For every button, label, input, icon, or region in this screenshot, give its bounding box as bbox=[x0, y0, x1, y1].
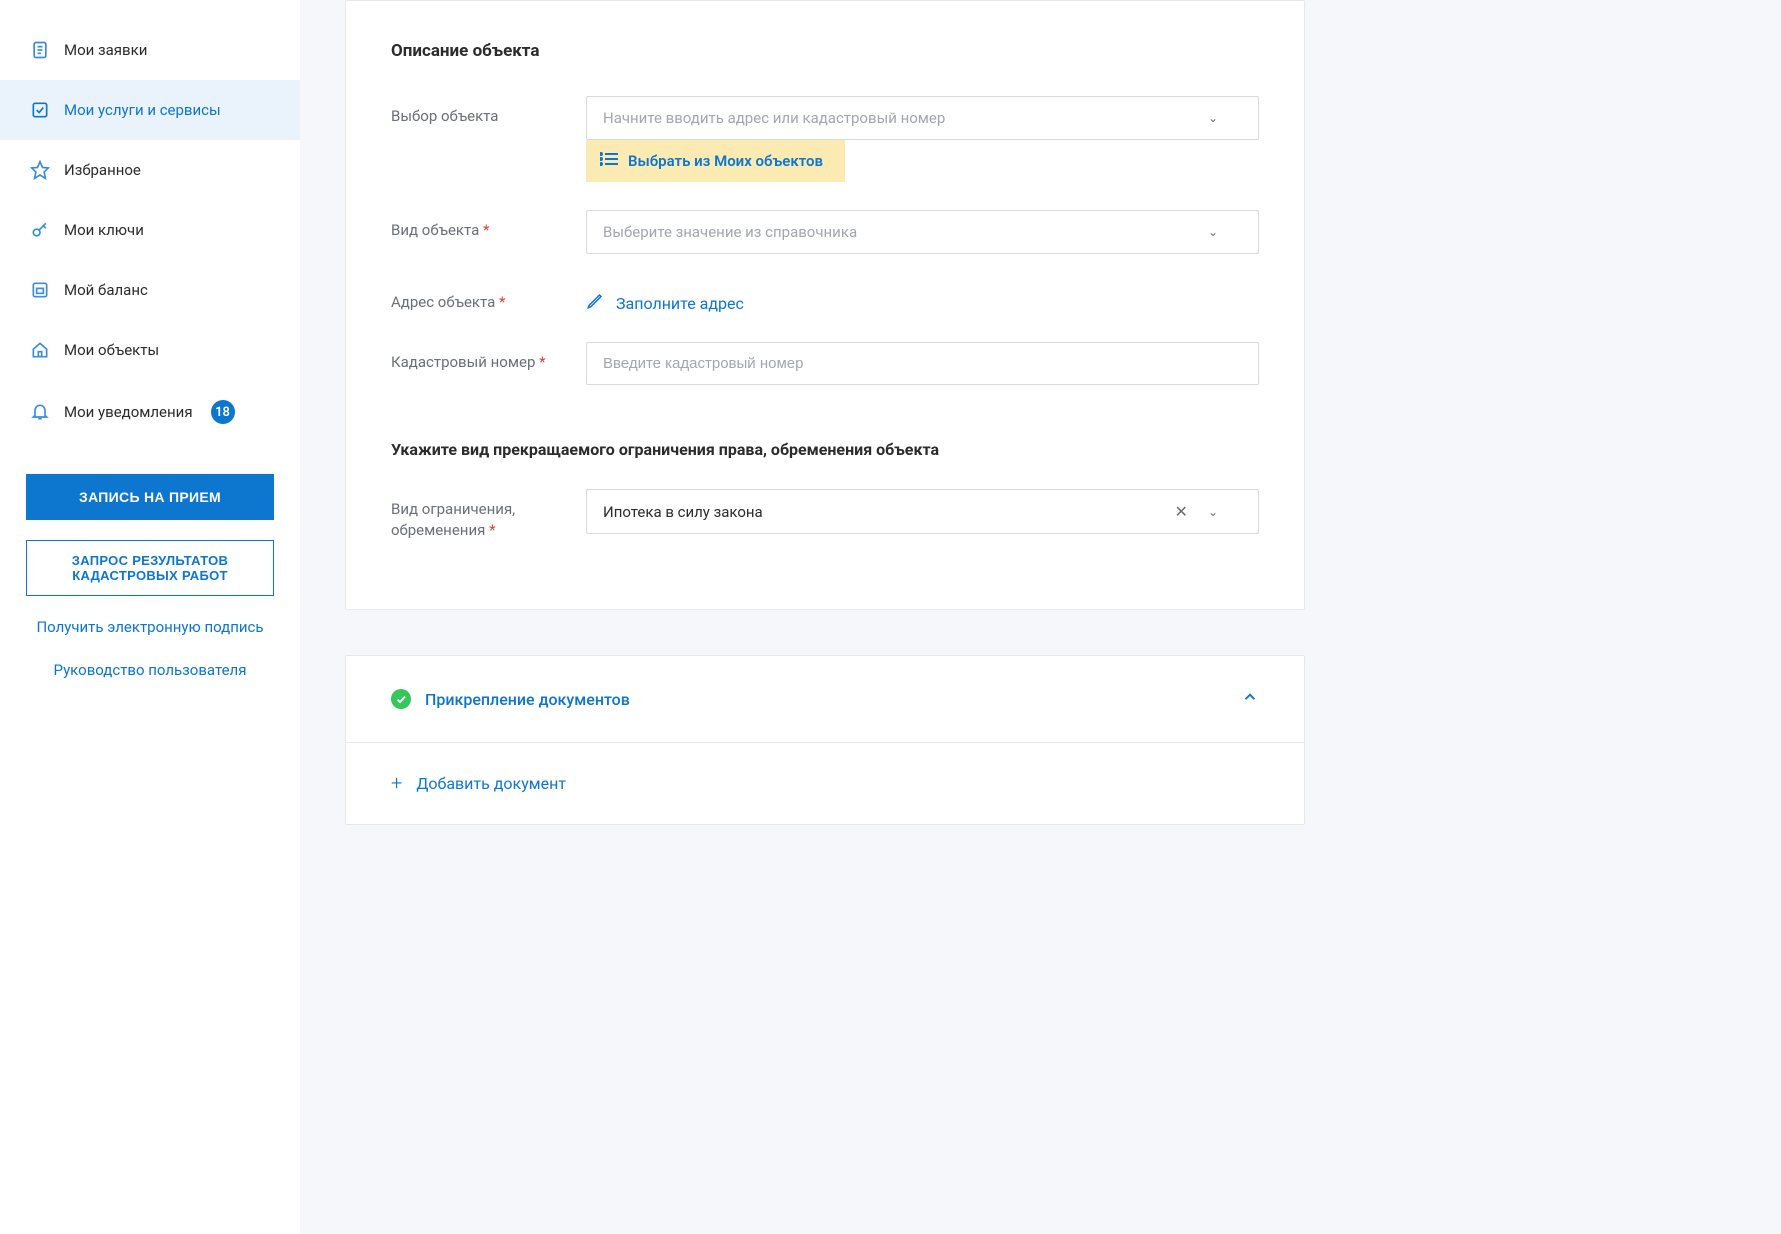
bell-icon bbox=[30, 402, 50, 422]
attachments-title: Прикрепление документов bbox=[425, 690, 630, 709]
balance-icon bbox=[30, 280, 50, 300]
chevron-down-icon: ⌄ bbox=[1208, 225, 1218, 239]
chevron-down-icon: ⌄ bbox=[1208, 111, 1218, 125]
link-label: Добавить документ bbox=[416, 774, 566, 793]
select-object-input[interactable]: Начните вводить адрес или кадастровый но… bbox=[586, 96, 1259, 140]
sidebar-item-label: Мои уведомления bbox=[64, 403, 193, 421]
object-address-label: Адрес объекта * bbox=[391, 282, 586, 313]
check-square-icon bbox=[30, 100, 50, 120]
sidebar-item-label: Мои объекты bbox=[64, 341, 159, 359]
restriction-type-select[interactable]: Ипотека в силу закона ✕ ⌄ bbox=[586, 489, 1259, 534]
sidebar: Мои заявки Мои услуги и сервисы Избранно… bbox=[0, 0, 300, 1234]
cadastral-number-label: Кадастровый номер * bbox=[391, 342, 586, 373]
sidebar-item-objects[interactable]: Мои объекты bbox=[0, 320, 300, 380]
notifications-badge: 18 bbox=[211, 400, 235, 424]
key-icon bbox=[30, 220, 50, 240]
fill-address-link[interactable]: Заполните адрес bbox=[586, 282, 744, 314]
get-signature-link[interactable]: Получить электронную подпись bbox=[26, 616, 274, 639]
user-guide-link[interactable]: Руководство пользователя bbox=[26, 659, 274, 682]
appointment-button[interactable]: ЗАПИСЬ НА ПРИЕМ bbox=[26, 474, 274, 520]
sidebar-item-label: Избранное bbox=[64, 161, 141, 179]
main-content: Описание объекта Выбор объекта Начните в… bbox=[300, 0, 1781, 1234]
sidebar-item-keys[interactable]: Мои ключи bbox=[0, 200, 300, 260]
select-value: Ипотека в силу закона bbox=[603, 503, 763, 521]
sidebar-item-favorites[interactable]: Избранное bbox=[0, 140, 300, 200]
section-title: Описание объекта bbox=[391, 41, 1259, 61]
attachments-header[interactable]: Прикрепление документов bbox=[346, 656, 1304, 743]
chevron-down-icon: ⌄ bbox=[1208, 505, 1218, 519]
sidebar-item-requests[interactable]: Мои заявки bbox=[0, 20, 300, 80]
plus-icon: + bbox=[391, 773, 402, 793]
check-circle-icon bbox=[391, 689, 411, 709]
sidebar-item-services[interactable]: Мои услуги и сервисы bbox=[0, 80, 300, 140]
add-document-link[interactable]: + Добавить документ bbox=[391, 773, 566, 793]
link-label: Выбрать из Моих объектов bbox=[628, 152, 823, 170]
house-icon bbox=[30, 340, 50, 360]
cadastral-results-button[interactable]: ЗАПРОС РЕЗУЛЬТАТОВ КАДАСТРОВЫХ РАБОТ bbox=[26, 540, 274, 596]
sidebar-item-balance[interactable]: Мой баланс bbox=[0, 260, 300, 320]
chevron-up-icon bbox=[1241, 688, 1259, 710]
section-subtitle: Укажите вид прекращаемого ограничения пр… bbox=[391, 440, 1259, 459]
object-type-select[interactable]: Выберите значение из справочника ⌄ bbox=[586, 210, 1259, 254]
clear-icon[interactable]: ✕ bbox=[1175, 502, 1188, 521]
object-description-card: Описание объекта Выбор объекта Начните в… bbox=[345, 0, 1305, 610]
link-label: Заполните адрес bbox=[616, 294, 744, 313]
pencil-icon bbox=[586, 292, 604, 314]
cadastral-number-input[interactable] bbox=[586, 342, 1259, 385]
restriction-type-label: Вид ограничения, обременения * bbox=[391, 489, 586, 541]
sidebar-item-label: Мои ключи bbox=[64, 221, 144, 239]
pick-from-objects-link[interactable]: Выбрать из Моих объектов bbox=[586, 140, 845, 182]
sidebar-item-label: Мои заявки bbox=[64, 41, 147, 59]
star-icon bbox=[30, 160, 50, 180]
placeholder-text: Начните вводить адрес или кадастровый но… bbox=[603, 109, 945, 127]
attachments-card: Прикрепление документов + Добавить докум… bbox=[345, 655, 1305, 825]
sidebar-item-label: Мой баланс bbox=[64, 281, 148, 299]
select-object-label: Выбор объекта bbox=[391, 96, 586, 127]
document-icon bbox=[30, 40, 50, 60]
object-type-label: Вид объекта * bbox=[391, 210, 586, 241]
placeholder-text: Выберите значение из справочника bbox=[603, 223, 857, 241]
list-icon bbox=[600, 152, 618, 170]
sidebar-item-notifications[interactable]: Мои уведомления 18 bbox=[0, 380, 300, 444]
sidebar-item-label: Мои услуги и сервисы bbox=[64, 101, 221, 119]
